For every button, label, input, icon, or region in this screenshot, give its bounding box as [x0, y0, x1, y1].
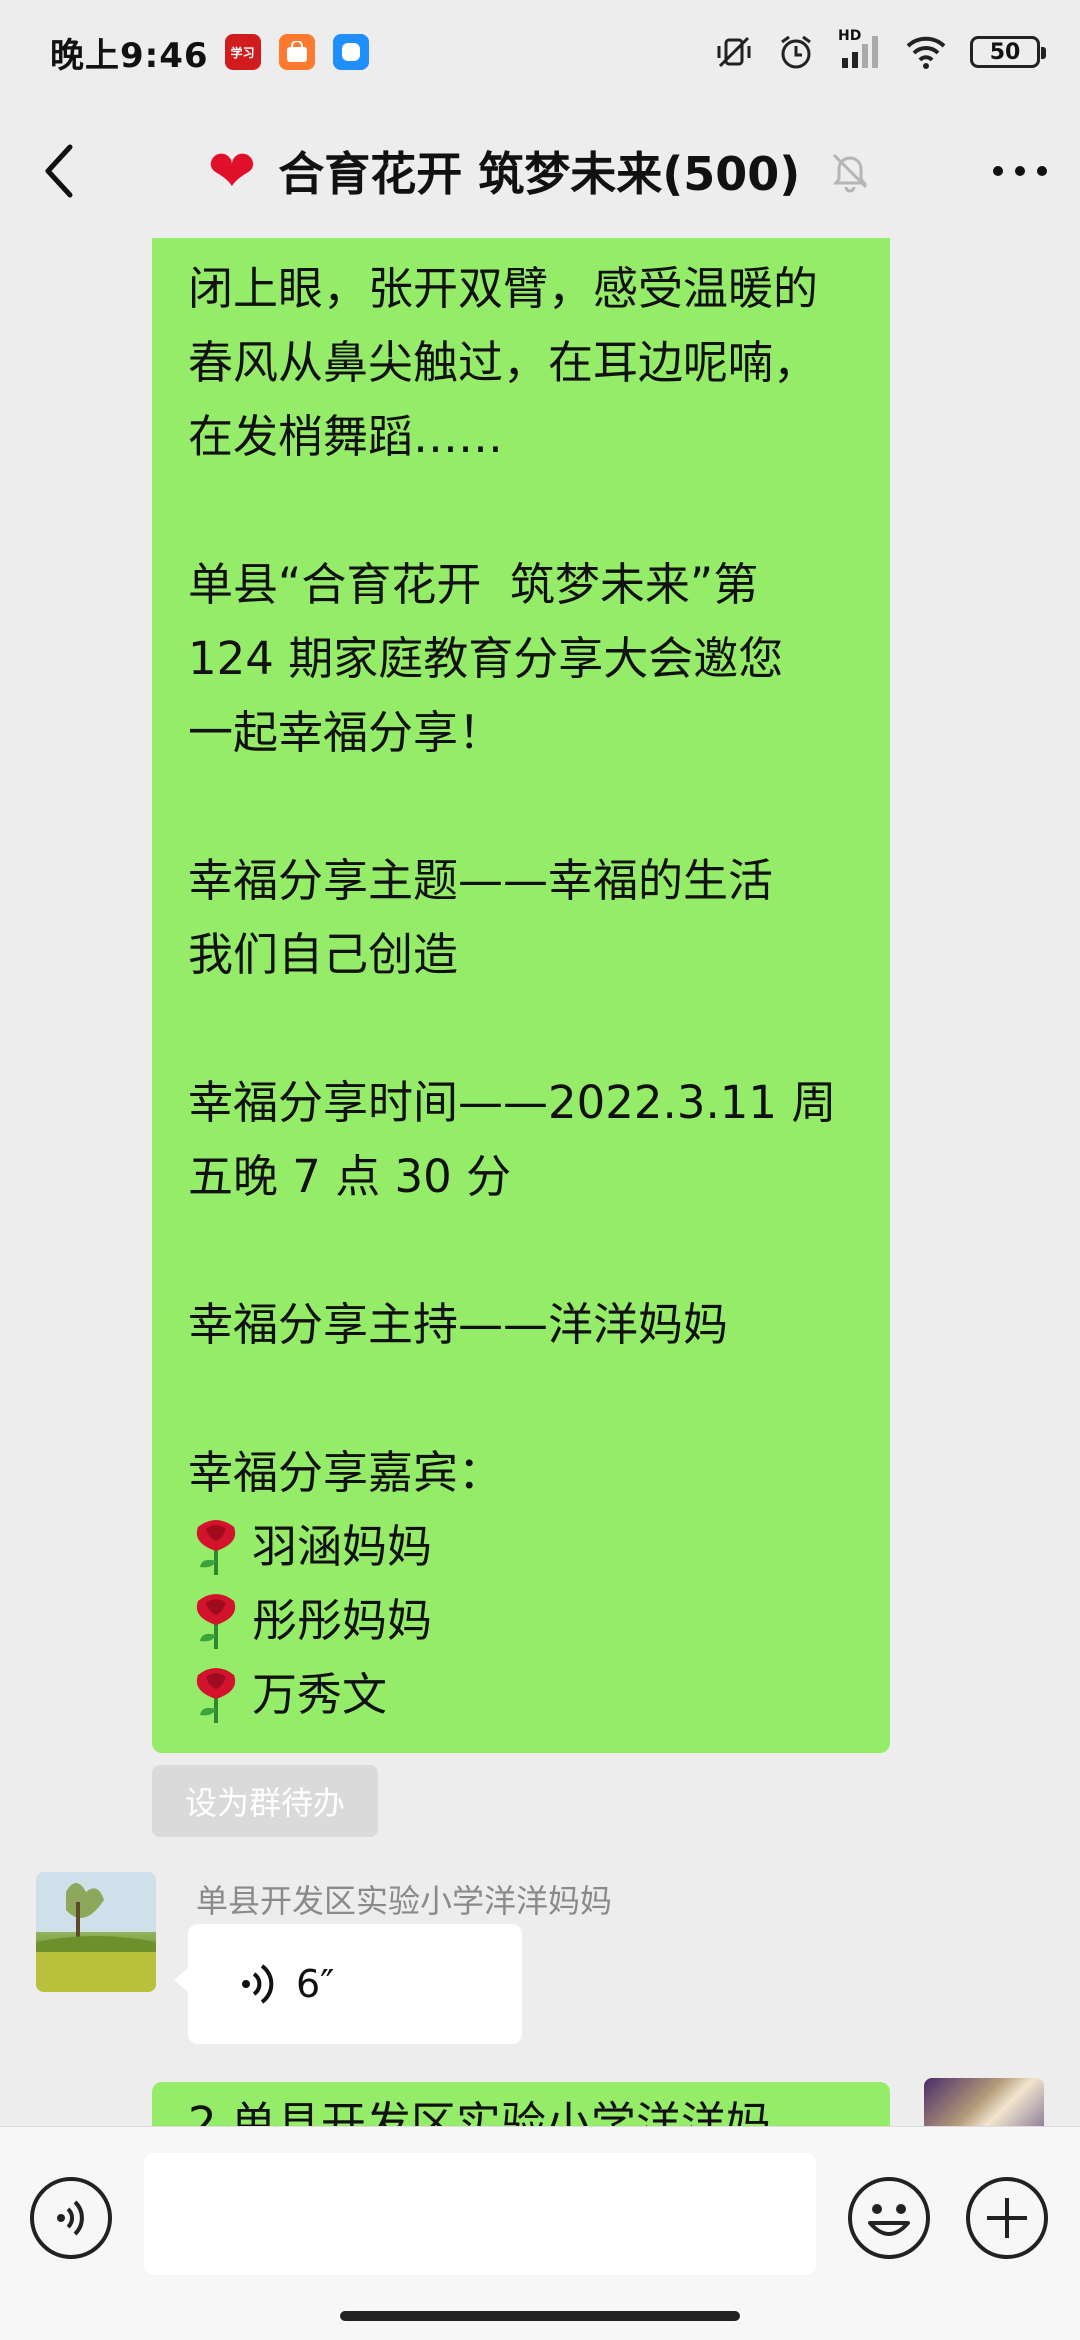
voice-duration: 6″ [296, 1962, 335, 2006]
guest-item: 羽涵妈妈 [188, 1510, 854, 1584]
rose-icon [196, 1594, 236, 1649]
more-functions-button[interactable] [966, 2177, 1048, 2259]
chat-title-group: ❤ 合育花开 筑梦未来(500) [120, 138, 960, 204]
home-indicator[interactable] [340, 2311, 740, 2321]
voice-wave-icon [242, 1964, 274, 2004]
input-bar [0, 2126, 1080, 2340]
message-input[interactable] [144, 2153, 816, 2275]
plus-icon [987, 2198, 1027, 2238]
landscape-photo-icon [36, 1872, 156, 1992]
chat-app-icon [332, 34, 369, 70]
outgoing-message-bubble-partial[interactable]: 2 单县开发区实验小学洋洋妈 [152, 2082, 890, 2126]
alarm-clock-icon [781, 35, 811, 69]
chat-message-list[interactable]: 闭上眼，张开双臂，感受温暖的 春风从鼻尖触过，在耳边呢喃， 在发梢舞蹈…… 单县… [0, 238, 1080, 2126]
xuexi-app-icon: 学习 [224, 34, 261, 70]
my-avatar[interactable] [924, 2078, 1044, 2126]
chat-header: ❤ 合育花开 筑梦未来(500) [0, 104, 1080, 238]
guest-item: 彤彤妈妈 [188, 1584, 854, 1658]
more-icon [993, 166, 1047, 176]
battery-icon: 50 [970, 36, 1046, 68]
status-time: 晚上9:46 [50, 35, 209, 76]
wifi-icon [906, 36, 946, 69]
status-indicators: HD 50 [714, 28, 1046, 72]
incoming-message: 单县开发区实验小学洋洋妈妈 6″ [36, 1872, 1036, 2044]
guest-name: 万秀文 [252, 1668, 388, 1721]
notification-app-icons: 学习 [224, 34, 369, 70]
set-group-todo-button[interactable]: 设为群待办 [152, 1765, 378, 1837]
cellular-signal-icon: HD [838, 28, 882, 72]
chat-title: 合育花开 筑梦未来(500) [278, 147, 801, 201]
partial-message-text: 2 单县开发区实验小学洋洋妈 [188, 2097, 771, 2126]
status-bar: 晚上9:46 学习 HD 50 [0, 0, 1080, 104]
rose-icon [196, 1520, 236, 1575]
guest-name: 羽涵妈妈 [252, 1520, 433, 1573]
shopping-bag-icon [286, 41, 307, 62]
guest-name: 彤彤妈妈 [252, 1594, 433, 1647]
vibrate-off-icon [717, 36, 751, 68]
sender-avatar[interactable] [36, 1872, 156, 1992]
chat-bubble-icon [341, 43, 360, 61]
voice-message-bubble[interactable]: 6″ [174, 1924, 522, 2044]
sender-name: 单县开发区实验小学洋洋妈妈 [196, 1882, 613, 1920]
guest-item: 万秀文 [188, 1658, 854, 1732]
message-text: 闭上眼，张开双臂，感受温暖的 春风从鼻尖触过，在耳边呢喃， 在发梢舞蹈…… 单县… [188, 262, 837, 1499]
voice-toggle-button[interactable] [30, 2177, 112, 2259]
rose-icon [196, 1668, 236, 1723]
voice-toggle-icon [57, 2200, 84, 2236]
mute-bell-icon [833, 153, 868, 193]
emoji-icon [868, 2204, 910, 2236]
taobao-app-icon [278, 34, 315, 70]
emoji-button[interactable] [848, 2177, 930, 2259]
xuexi-app-label: 学习 [230, 45, 255, 60]
back-chevron-icon [45, 144, 73, 198]
more-button[interactable] [960, 104, 1080, 238]
outgoing-message-bubble[interactable]: 闭上眼，张开双臂，感受温暖的 春风从鼻尖触过，在耳边呢喃， 在发梢舞蹈…… 单县… [152, 238, 890, 1753]
back-button[interactable] [0, 104, 120, 238]
heart-icon: ❤ [207, 137, 257, 205]
battery-level: 50 [989, 39, 1021, 65]
